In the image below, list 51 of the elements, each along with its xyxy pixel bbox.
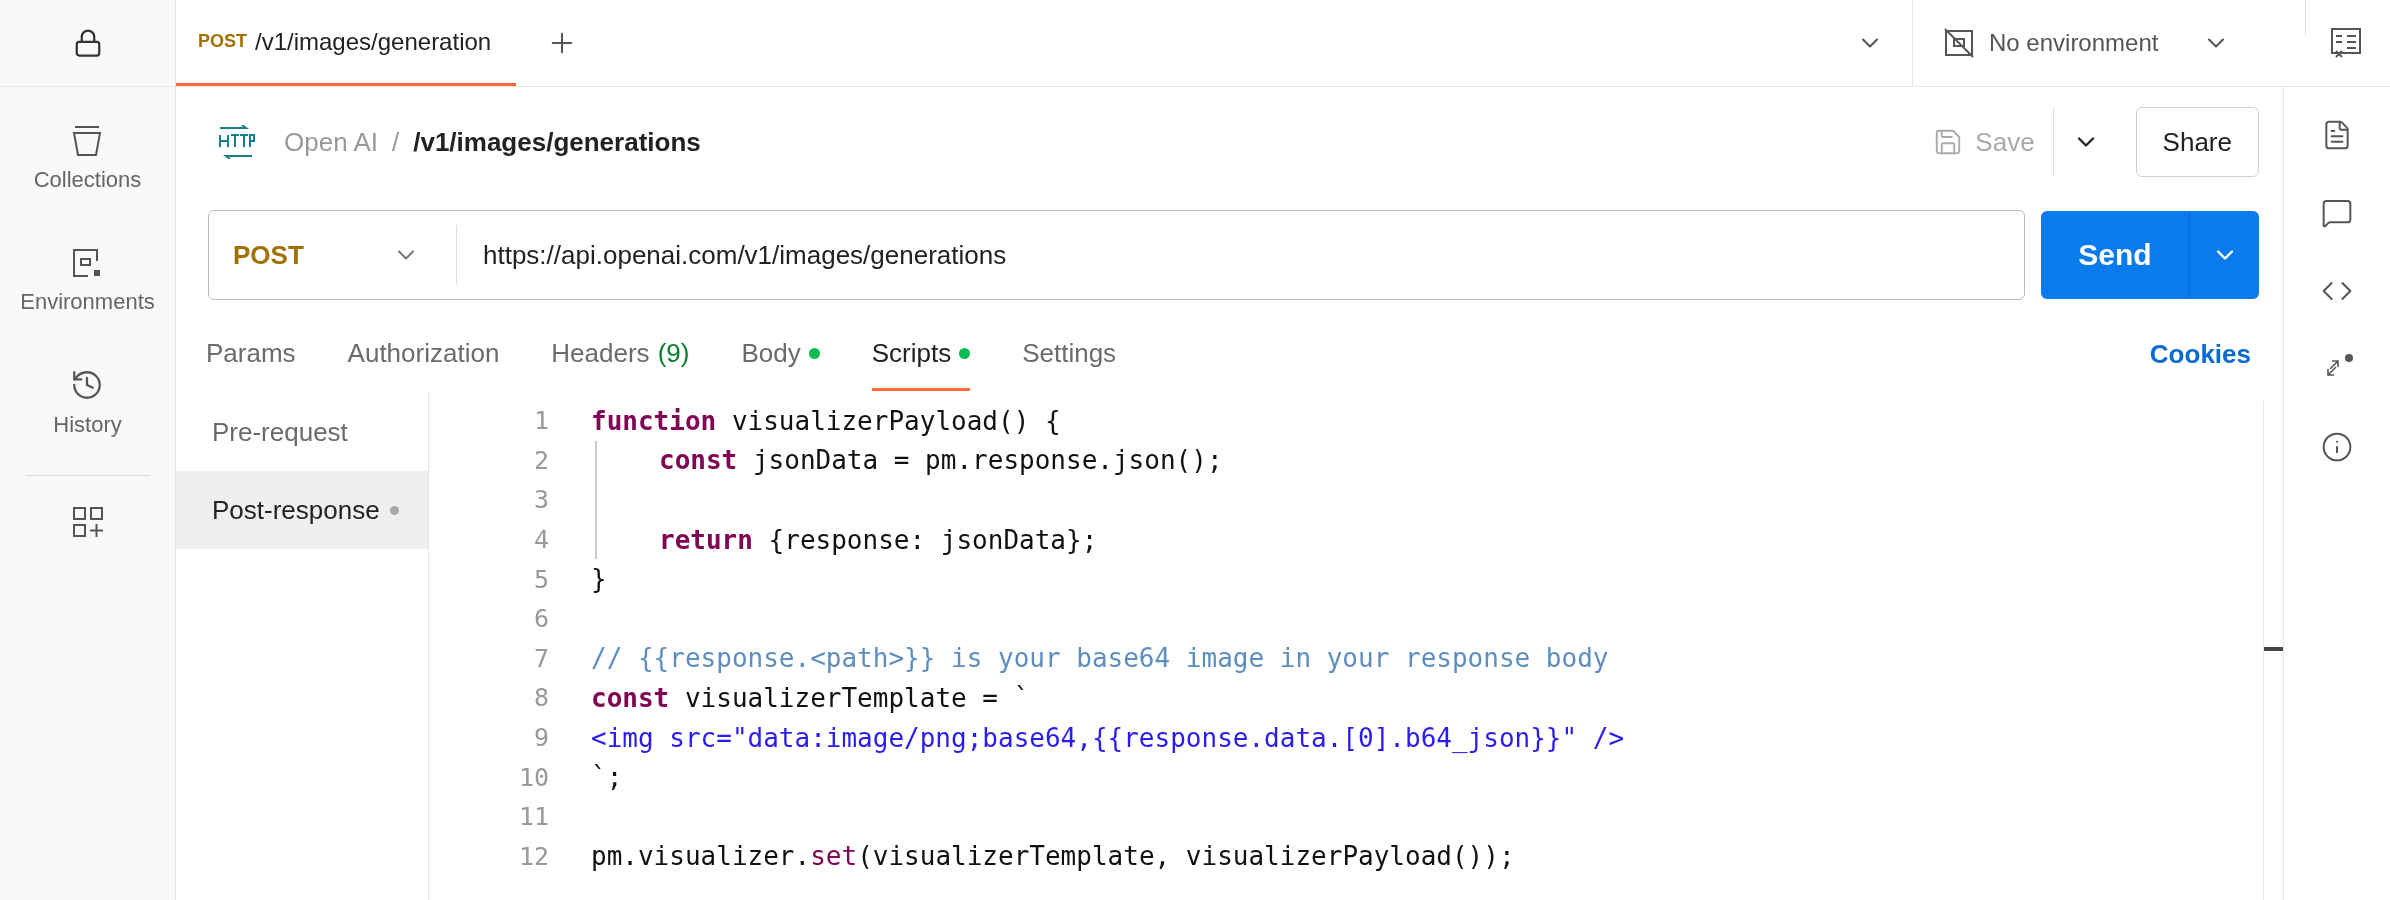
bucket-icon xyxy=(72,125,103,157)
code-line: // {{response.<path>}} is your base64 image in your response body xyxy=(591,642,1609,676)
line-number: 11 xyxy=(517,802,549,832)
method-select[interactable]: POST xyxy=(209,225,457,285)
cookies-link[interactable]: Cookies xyxy=(2149,338,2251,384)
line-number: 3 xyxy=(532,485,549,515)
request-tab[interactable]: Headers (9) xyxy=(551,331,690,391)
http-icon xyxy=(216,125,256,159)
line-number: 5 xyxy=(532,564,549,594)
add-widgets-icon[interactable] xyxy=(71,506,104,538)
code-line: <img src="data:image/png;base64,{{response.data.[0].b64_json}}" /> xyxy=(591,721,1625,755)
no-environment-icon xyxy=(1943,27,1975,59)
url-field[interactable]: POST https://api.openai.com/v1/images/generations xyxy=(208,210,2025,300)
code-line: function visualizerPayload() { xyxy=(591,404,1061,438)
environment-select[interactable]: No environment xyxy=(1943,27,2231,59)
modified-dot xyxy=(389,505,399,515)
script-tab[interactable]: Post-response xyxy=(176,471,428,549)
variables-table-icon xyxy=(2330,27,2362,59)
breadcrumb-separator: / xyxy=(391,126,400,158)
line-number: 2 xyxy=(532,445,549,475)
request-tab[interactable]: Authorization xyxy=(347,331,500,391)
code-line: const visualizerTemplate = ` xyxy=(591,681,1030,715)
request-tab[interactable]: Scripts xyxy=(871,331,971,391)
info-icon[interactable] xyxy=(2321,431,2353,463)
code-line: } xyxy=(591,563,607,597)
sidebar-item[interactable]: Environments xyxy=(20,231,155,331)
line-number: 9 xyxy=(532,723,549,753)
send-button[interactable]: Send xyxy=(2041,211,2189,299)
code-line: pm.visualizer.set(visualizerTemplate, visualizerPayload()); xyxy=(591,840,1515,874)
sidebar-item[interactable]: Collections xyxy=(33,109,142,209)
request-tab[interactable]: Params xyxy=(206,331,296,391)
code-line: const jsonData = pm.response.json(); xyxy=(659,444,1223,478)
share-button[interactable]: Share xyxy=(2135,107,2259,177)
script-tab[interactable]: Pre-request xyxy=(176,393,428,471)
sidebar-item[interactable]: History xyxy=(53,353,122,453)
line-number: 7 xyxy=(532,643,549,673)
request-tab[interactable]: Body xyxy=(741,331,820,391)
line-number: 6 xyxy=(532,604,549,634)
code-line: `; xyxy=(591,761,623,795)
line-number: 1 xyxy=(532,406,549,436)
line-number: 10 xyxy=(517,762,549,792)
scrollbar-marker xyxy=(2264,647,2283,651)
collection-link[interactable]: Open AI xyxy=(284,126,378,158)
comment-icon[interactable] xyxy=(2321,197,2353,229)
line-number: 12 xyxy=(517,841,549,871)
line-number: 4 xyxy=(532,525,549,555)
line-number: 8 xyxy=(532,683,549,713)
request-name: /v1/images/generations xyxy=(413,126,701,158)
code-line: return {response: jsonData}; xyxy=(659,523,1098,557)
request-tab[interactable]: POST /v1/images/generation xyxy=(176,0,516,86)
request-tab[interactable]: Settings xyxy=(1022,331,1117,391)
